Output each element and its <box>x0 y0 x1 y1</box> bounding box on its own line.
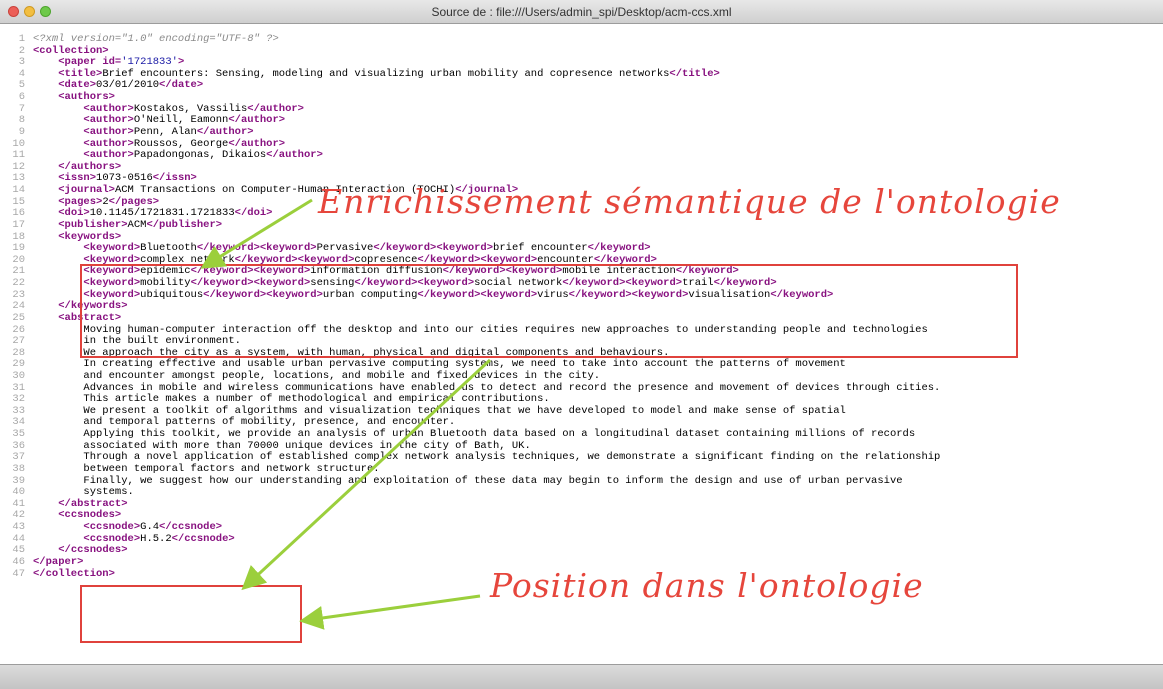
enrichment-annotation: Enrichissement sémantique de l'ontologie <box>318 182 1061 221</box>
arrow-to-ccsnodes <box>241 358 492 591</box>
arrow-to-keywords <box>200 198 313 269</box>
browser-window: Source de : file:///Users/admin_spi/Desk… <box>0 0 1163 689</box>
position-annotation: Position dans l'ontologie <box>490 566 924 605</box>
arrow-position-to-ccsnodes <box>299 594 481 630</box>
